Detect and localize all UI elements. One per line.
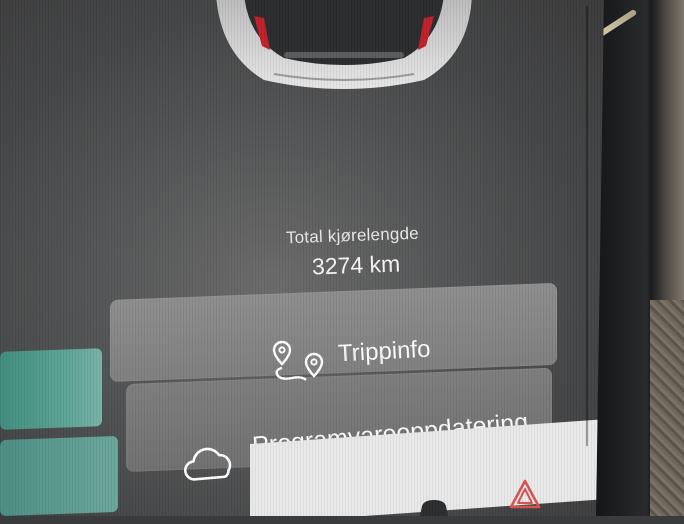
- center-display: Total kjørelengde 3274 km Trippinfo Prog…: [0, 0, 604, 516]
- left-tile-top[interactable]: [0, 348, 102, 430]
- trip-info-label: Trippinfo: [337, 335, 432, 368]
- car-image: [216, 0, 472, 89]
- car-icon[interactable]: [414, 498, 454, 516]
- hazard-warning-icon[interactable]: [508, 478, 542, 510]
- mileage-label: Total kjørelengde: [285, 223, 420, 248]
- cloud-icon: [184, 447, 232, 481]
- trip-info-button[interactable]: [110, 282, 557, 382]
- left-tile-bottom[interactable]: [0, 435, 118, 516]
- mileage-value: 3274 km: [311, 250, 401, 280]
- route-pin-icon: [272, 340, 324, 381]
- background-carpet: [650, 300, 684, 516]
- screen-edge: [586, 6, 588, 446]
